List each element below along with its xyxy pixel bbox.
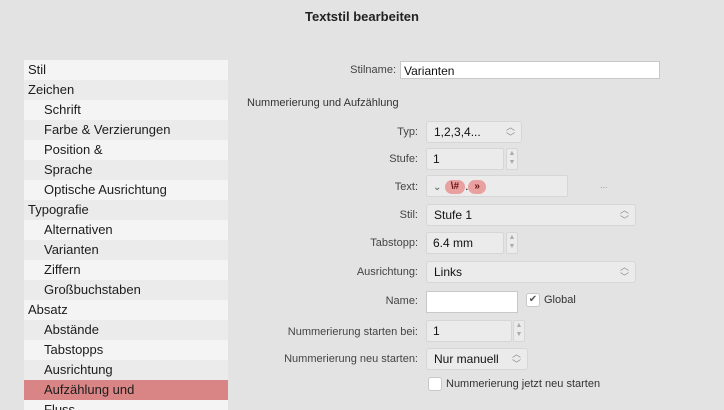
up-down-chevron-icon: ︿ ﹀ (619, 262, 629, 282)
stil-value: Stufe 1 (434, 208, 473, 222)
sidebar-item-zeichen[interactable]: Zeichen (24, 80, 228, 100)
number-token[interactable]: \# (444, 179, 466, 194)
window-title: Textstil bearbeiten (305, 9, 419, 24)
chevron-down-icon[interactable]: ⌄ (433, 182, 441, 193)
sidebar-item-varianten[interactable]: Varianten (24, 240, 228, 260)
restart-label: Nummerierung neu starten: (284, 353, 418, 365)
ausrichtung-label: Ausrichtung: (356, 266, 418, 278)
stil-label: Stil: (399, 209, 418, 221)
restart-now-label: Nummerierung jetzt neu starten (446, 378, 601, 390)
sidebar-item-absatz[interactable]: Absatz (24, 300, 228, 320)
tabstopp-stepper-icon[interactable]: ▲ ▼ (506, 232, 518, 254)
sidebar-item-farbe-verzierungen[interactable]: Farbe & Verzierungen (24, 120, 228, 140)
section-title: Nummerierung und Aufzählung (247, 97, 399, 109)
stil-popup[interactable]: Stufe 1 ︿ ﹀ (426, 204, 636, 226)
sidebar-item-ziffern[interactable]: Ziffern (24, 260, 228, 280)
global-checkbox[interactable]: ✔ (526, 293, 540, 307)
stufe-field[interactable]: 1 (426, 148, 504, 170)
sidebar-item-aufzaehlung[interactable]: Aufzählung und (24, 380, 228, 400)
start-stepper-icon[interactable]: ▲ ▼ (513, 320, 525, 342)
up-down-chevron-icon: ︿ ﹀ (619, 205, 629, 225)
name-field[interactable] (426, 291, 518, 313)
stilname-field[interactable]: Varianten (400, 61, 660, 79)
typ-popup[interactable]: 1,2,3,4... ︿ ﹀ (426, 121, 522, 143)
more-button[interactable]: ... (600, 180, 608, 190)
restart-popup[interactable]: Nur manuell ︿ ﹀ (426, 348, 528, 370)
sidebar: Stil Zeichen Schrift Farbe & Verzierunge… (24, 60, 228, 410)
up-down-chevron-icon: ︿ ﹀ (511, 349, 521, 369)
global-label: Global (544, 294, 576, 306)
sidebar-item-optische-ausrichtung[interactable]: Optische Ausrichtung (24, 180, 228, 200)
sidebar-item-typografie[interactable]: Typografie (24, 200, 228, 220)
sidebar-item-ausrichtung[interactable]: Ausrichtung (24, 360, 228, 380)
stilname-label: Stilname: (350, 64, 396, 76)
text-format-field[interactable]: ⌄ \#.» (426, 175, 568, 197)
sidebar-item-grossbuchstaben[interactable]: Großbuchstaben (24, 280, 228, 300)
sidebar-item-tabstopps[interactable]: Tabstopps (24, 340, 228, 360)
ausrichtung-popup[interactable]: Links ︿ ﹀ (426, 261, 636, 283)
sidebar-item-schrift[interactable]: Schrift (24, 100, 228, 120)
tab-token[interactable]: » (468, 179, 486, 194)
sidebar-item-fluss[interactable]: Fluss (24, 400, 228, 410)
typ-label: Typ: (397, 126, 418, 138)
ausrichtung-value: Links (434, 265, 463, 279)
start-label: Nummerierung starten bei: (287, 326, 418, 338)
restart-now-checkbox[interactable] (428, 377, 442, 391)
up-down-chevron-icon: ︿ ﹀ (505, 122, 515, 142)
sidebar-item-abstaende[interactable]: Abstände (24, 320, 228, 340)
tabstopp-field[interactable]: 6.4 mm (426, 232, 504, 254)
sidebar-item-sprache[interactable]: Sprache (24, 160, 228, 180)
stufe-label: Stufe: (389, 153, 418, 165)
tabstopp-label: Tabstopp: (370, 237, 418, 249)
start-field[interactable]: 1 (426, 320, 512, 342)
sidebar-item-alternativen[interactable]: Alternativen (24, 220, 228, 240)
text-label: Text: (394, 181, 418, 193)
sidebar-item-stil[interactable]: Stil (24, 60, 228, 80)
name-label: Name: (385, 295, 418, 307)
checkmark-icon: ✔ (528, 294, 538, 305)
typ-value: 1,2,3,4... (434, 125, 481, 139)
restart-value: Nur manuell (434, 352, 499, 366)
stufe-stepper-icon[interactable]: ▲ ▼ (506, 148, 518, 170)
sidebar-item-position[interactable]: Position & (24, 140, 228, 160)
